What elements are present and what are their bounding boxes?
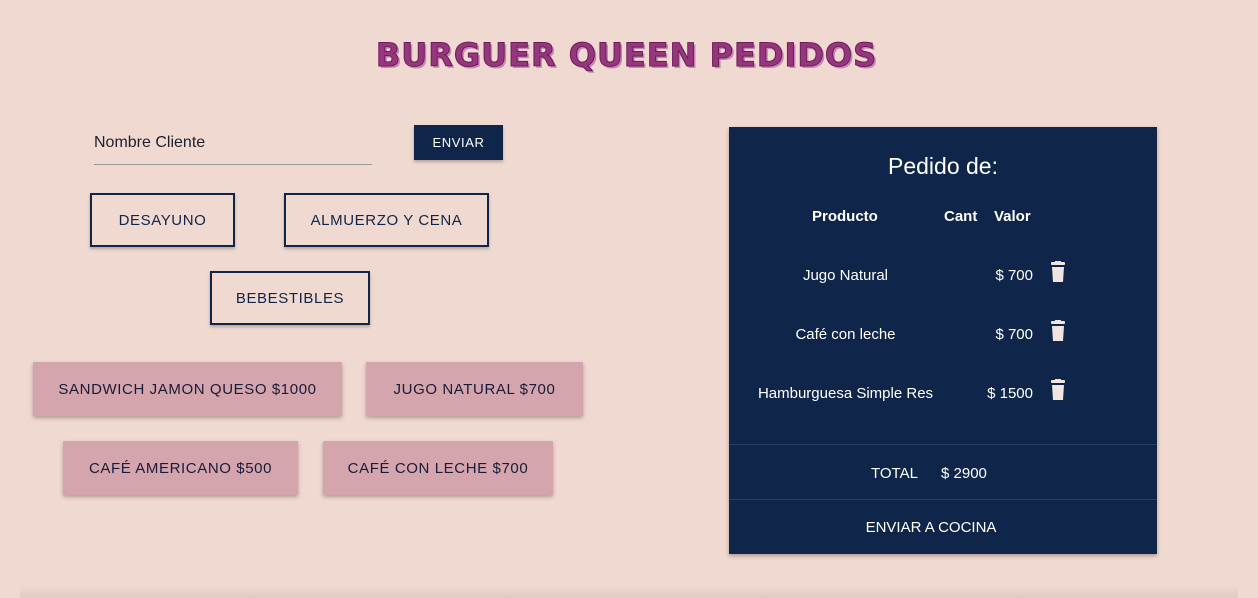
trash-icon[interactable] [1048, 379, 1068, 401]
order-item-value: $ 700 [995, 267, 1033, 284]
order-title: Pedido de: [888, 153, 998, 179]
footer-shadow [20, 586, 1238, 598]
total-value: $ 2900 [941, 465, 987, 482]
order-item-product: Café con leche [795, 326, 896, 343]
order-item-value: $ 700 [995, 326, 1033, 343]
trash-icon[interactable] [1048, 261, 1068, 283]
header-value: Valor [994, 208, 1031, 225]
total-label: TOTAL [871, 465, 918, 482]
product-sandwich-button[interactable]: SANDWICH JAMON QUESO $1000 [33, 362, 342, 416]
order-item-row: Hamburguesa Simple Res $ 1500 [729, 379, 1157, 409]
product-cafe-con-leche-button[interactable]: CAFÉ CON LECHE $700 [323, 441, 553, 495]
divider [729, 444, 1157, 445]
send-to-kitchen-button[interactable]: ENVIAR A COCINA [729, 500, 1133, 554]
page-title: BURGUER QUEEN PEDIDOS [375, 36, 878, 75]
order-item-product: Jugo Natural [802, 267, 889, 284]
product-americano-button[interactable]: CAFÉ AMERICANO $500 [63, 441, 298, 495]
trash-icon[interactable] [1048, 320, 1068, 342]
order-item-row: Jugo Natural $ 700 [729, 261, 1157, 291]
order-item-row: Café con leche $ 700 [729, 320, 1157, 350]
category-drinks-button[interactable]: BEBESTIBLES [210, 271, 370, 325]
category-lunch-dinner-button[interactable]: ALMUERZO Y CENA [284, 193, 489, 247]
header-quantity: Cant [944, 208, 978, 225]
client-name-input[interactable] [94, 122, 372, 164]
order-item-product: Hamburguesa Simple Res [757, 385, 934, 402]
client-name-field[interactable] [94, 122, 372, 165]
header-product: Producto [812, 208, 878, 225]
send-name-button[interactable]: ENVIAR [414, 125, 503, 160]
product-natural-juice-button[interactable]: JUGO NATURAL $700 [366, 362, 583, 416]
order-item-value: $ 1500 [987, 385, 1033, 402]
category-breakfast-button[interactable]: DESAYUNO [90, 193, 235, 247]
order-panel: Pedido de: Producto Cant Valor Jugo Natu… [729, 127, 1157, 554]
